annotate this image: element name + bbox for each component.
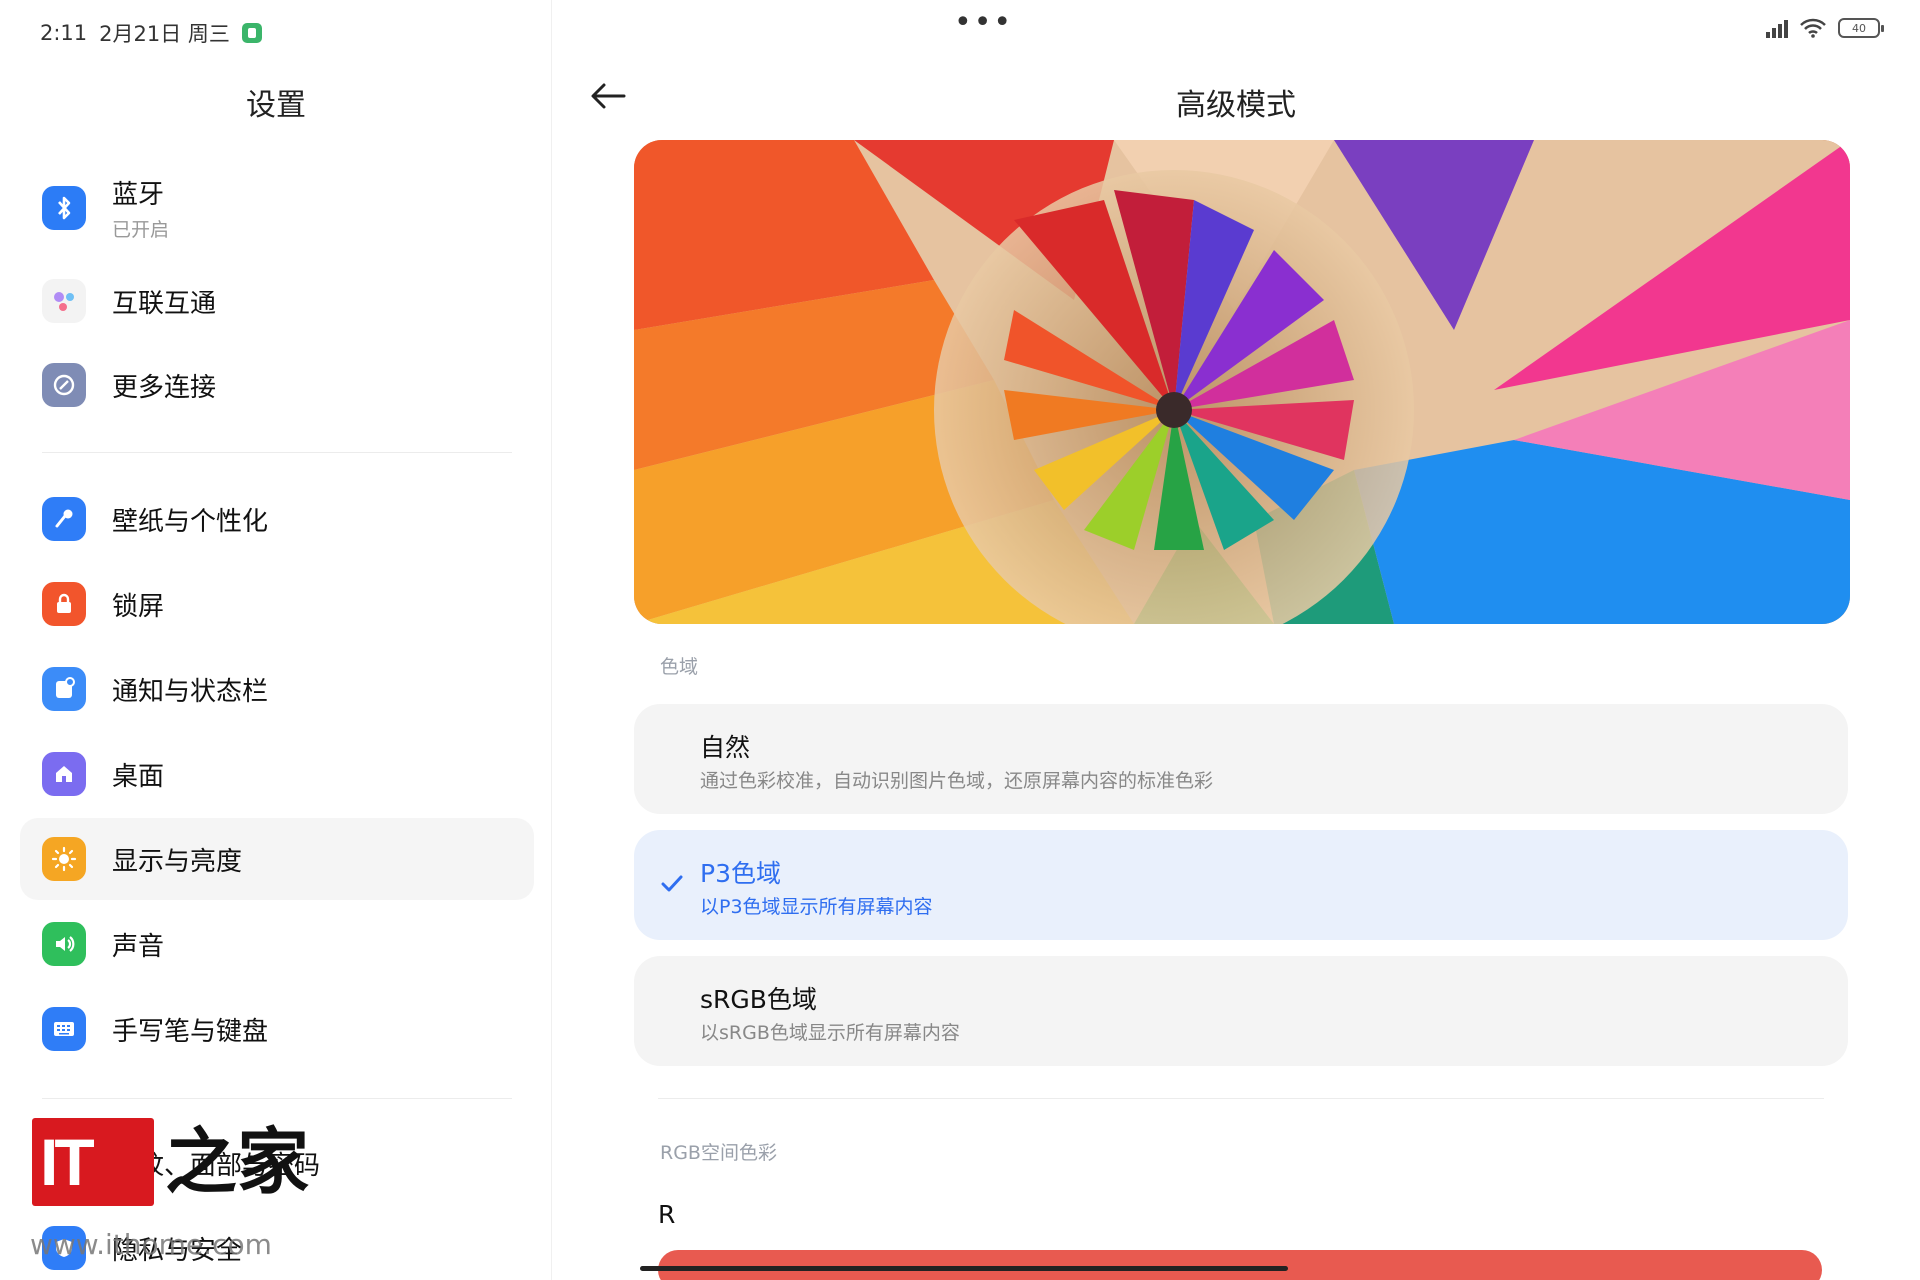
- slider-label-r: R: [658, 1200, 676, 1229]
- sidebar-item-label: 蓝牙: [112, 180, 165, 210]
- color-preview-image: [634, 140, 1850, 624]
- notification-icon: [42, 667, 86, 711]
- more-dots-icon[interactable]: •••: [954, 8, 1013, 38]
- watermark-url: www.ithome.com: [30, 1228, 272, 1261]
- red-channel-slider[interactable]: [658, 1250, 1822, 1280]
- sidebar-item-label: 锁屏: [112, 591, 165, 622]
- sidebar-item-display[interactable]: 显示与亮度: [20, 818, 534, 900]
- section-divider: [658, 1098, 1824, 1099]
- sidebar-item-label: 手写笔与键盘: [112, 1016, 269, 1047]
- sidebar-item-more-connections[interactable]: 更多连接: [20, 344, 534, 426]
- sidebar-item-stylus-keyboard[interactable]: 手写笔与键盘: [20, 988, 534, 1070]
- status-bar-right: 40: [1766, 18, 1884, 38]
- option-title: sRGB色域: [700, 985, 817, 1014]
- sidebar-divider: [42, 1098, 512, 1099]
- sidebar-divider: [42, 452, 512, 453]
- ithome-logo-char: 之家: [165, 1119, 310, 1204]
- wifi-icon: [1800, 18, 1826, 38]
- sidebar-item-lockscreen[interactable]: 锁屏: [20, 563, 534, 645]
- option-natural[interactable]: 自然 通过色彩校准，自动识别图片色域，还原屏幕内容的标准色彩: [634, 704, 1848, 814]
- option-description: 以sRGB色域显示所有屏幕内容: [700, 1022, 960, 1044]
- interconnect-icon: [42, 279, 86, 323]
- sidebar-item-label: 显示与亮度: [112, 846, 243, 877]
- sidebar-item-interconnect[interactable]: 互联互通: [20, 260, 534, 342]
- sidebar-item-sub: 已开启: [112, 219, 170, 241]
- option-p3[interactable]: P3色域 以P3色域显示所有屏幕内容: [634, 830, 1848, 940]
- option-title: 自然: [700, 733, 751, 762]
- sidebar-item-bluetooth[interactable]: 蓝牙 已开启: [20, 167, 534, 249]
- sidebar-item-notifications[interactable]: 通知与状态栏: [20, 648, 534, 730]
- battery-icon: 40: [1838, 18, 1884, 38]
- ithome-logo: IT: [32, 1118, 154, 1206]
- home-icon: [42, 752, 86, 796]
- sidebar-item-label: 通知与状态栏: [112, 676, 269, 707]
- sun-icon: [42, 837, 86, 881]
- checkmark-icon: [661, 875, 683, 892]
- signal-icon: [1766, 18, 1788, 38]
- speaker-icon: [42, 922, 86, 966]
- section-label-gamut: 色域: [660, 656, 699, 678]
- brush-icon: [42, 497, 86, 541]
- option-srgb[interactable]: sRGB色域 以sRGB色域显示所有屏幕内容: [634, 956, 1848, 1066]
- sidebar-item-desktop[interactable]: 桌面: [20, 733, 534, 815]
- bluetooth-icon: [42, 186, 86, 230]
- sidebar-item-wallpaper[interactable]: 壁纸与个性化: [20, 478, 534, 560]
- sidebar-title: 设置: [246, 88, 306, 123]
- lock-icon: [42, 582, 86, 626]
- sidebar-item-label: 更多连接: [112, 372, 217, 403]
- sidebar-item-label: 声音: [112, 931, 165, 962]
- option-description: 以P3色域显示所有屏幕内容: [700, 896, 933, 918]
- sidebar-item-label: 桌面: [112, 761, 165, 792]
- link-icon: [42, 363, 86, 407]
- sidebar-item-label: 壁纸与个性化: [112, 506, 269, 537]
- battery-level: 40: [1852, 21, 1866, 35]
- sidebar-item-sound[interactable]: 声音: [20, 903, 534, 985]
- keyboard-icon: [42, 1007, 86, 1051]
- home-indicator[interactable]: [640, 1266, 1288, 1271]
- page-title: 高级模式: [1176, 88, 1296, 123]
- option-title: P3色域: [700, 859, 781, 888]
- option-description: 通过色彩校准，自动识别图片色域，还原屏幕内容的标准色彩: [700, 770, 1214, 792]
- settings-sidebar: 设置 蓝牙 已开启 互联互通 更多连接 壁纸与个性化 锁屏 通知与状态栏 桌面 …: [0, 0, 552, 1280]
- section-label-rgb: RGB空间色彩: [660, 1142, 777, 1164]
- sidebar-item-label: 互联互通: [112, 288, 217, 319]
